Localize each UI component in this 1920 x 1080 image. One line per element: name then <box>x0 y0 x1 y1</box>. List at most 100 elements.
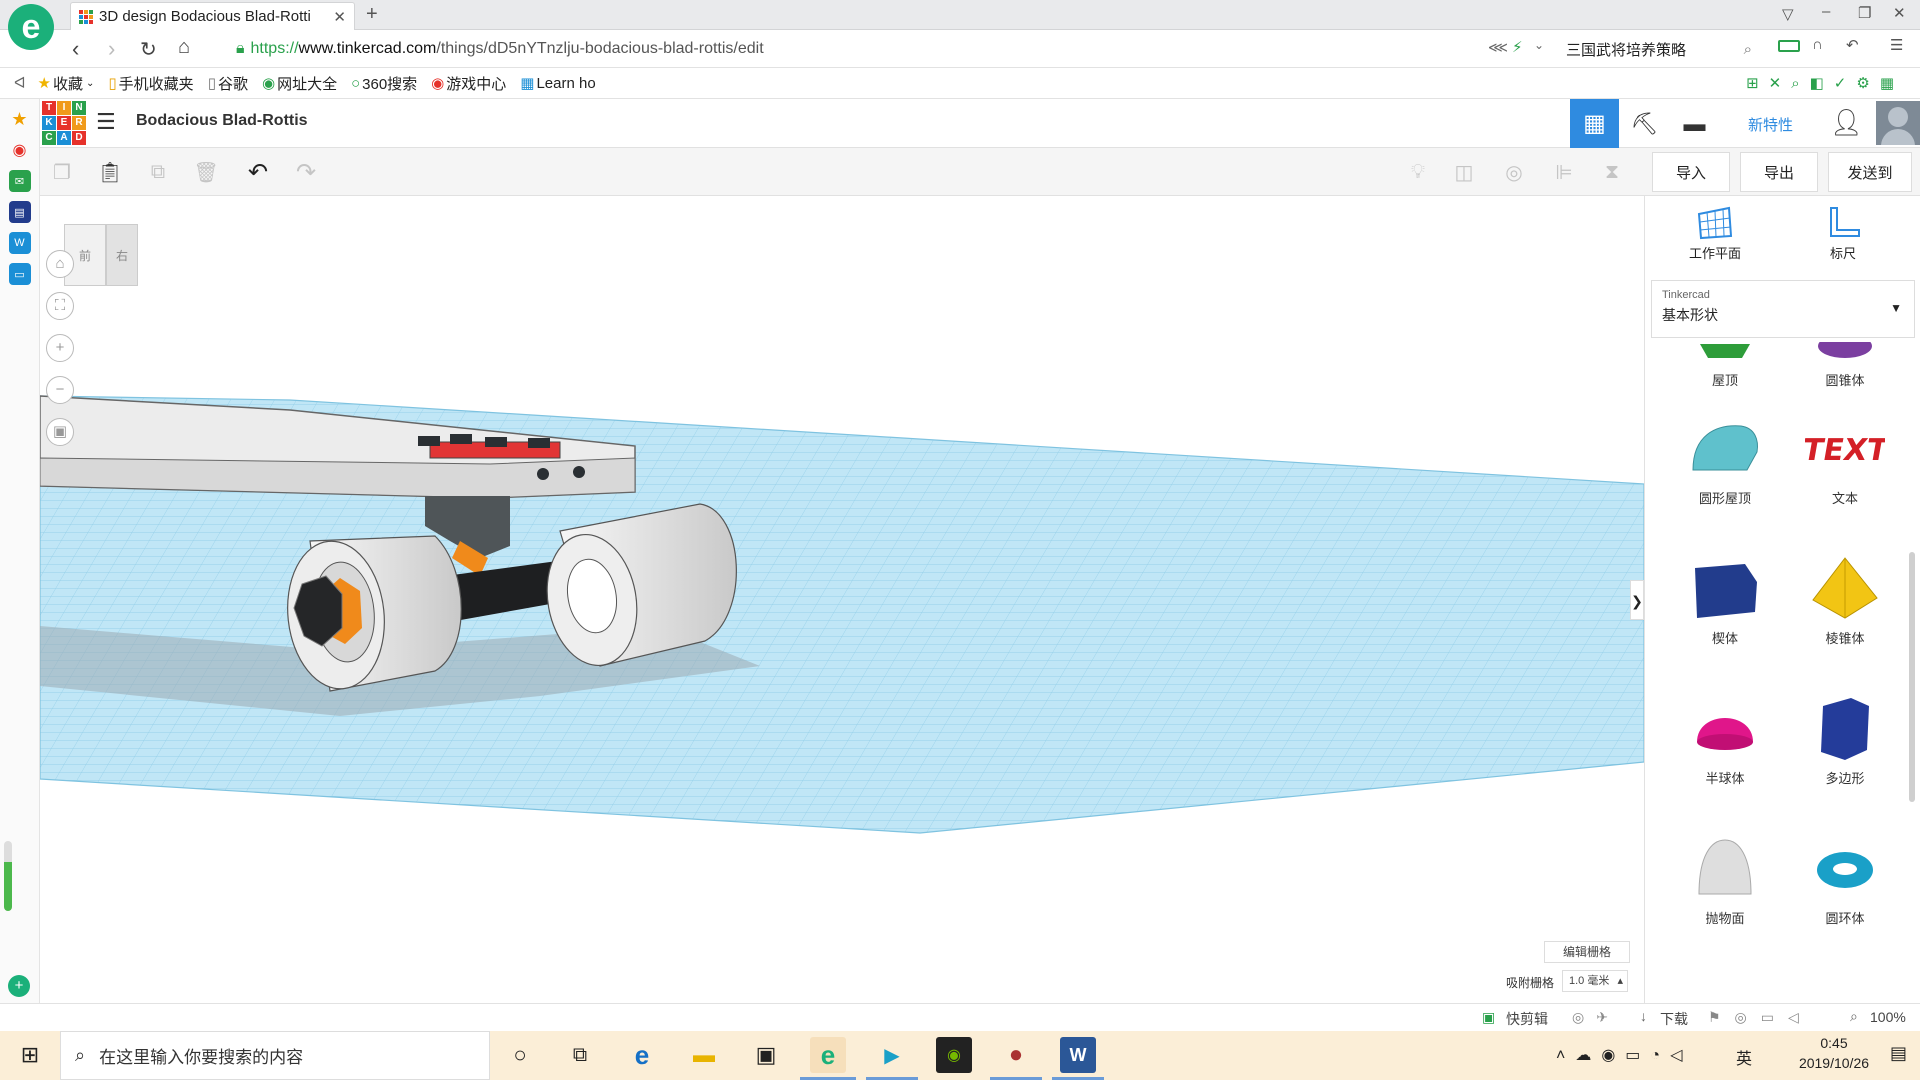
360-browser-icon[interactable]: e <box>810 1037 846 1073</box>
design-title[interactable]: Bodacious Blad-Rottis <box>136 112 308 130</box>
browser-logo-icon[interactable]: e <box>8 4 54 50</box>
ungroup-icon[interactable]: ◎ <box>1502 160 1526 184</box>
group-icon[interactable]: ◫ <box>1452 160 1476 184</box>
align-icon[interactable]: ⊫ <box>1552 160 1576 184</box>
shape-torus[interactable]: 圆环体 <box>1785 836 1905 927</box>
light-bulb-icon[interactable]: 💡︎ <box>1406 160 1430 184</box>
tinkercad-logo[interactable]: TIN KER CAD <box>42 101 86 145</box>
view-cube-right[interactable]: 右 <box>106 224 138 286</box>
bookmark-360[interactable]: ○ 360搜索 <box>351 73 417 94</box>
home-icon[interactable]: ⌂ <box>178 36 190 59</box>
menu-icon[interactable]: ☰ <box>1890 36 1903 54</box>
forward-icon[interactable]: › <box>108 36 115 62</box>
clock-time[interactable]: 0:45 <box>1794 1035 1874 1051</box>
shape-wedge[interactable]: 楔体 <box>1665 556 1785 647</box>
quick-clip-label[interactable]: 快剪辑 <box>1506 1009 1548 1029</box>
taskbar-search-box[interactable]: ⌕ 在这里输入你要搜索的内容 <box>60 1031 490 1080</box>
fit-view-button[interactable]: ⛶ <box>46 292 74 320</box>
headphone-icon[interactable]: ∩ <box>1812 36 1823 53</box>
workplane-tool[interactable]: 工作平面 <box>1677 206 1753 262</box>
view-cube[interactable]: 前 右 <box>64 224 140 294</box>
game-app-icon[interactable]: ● <box>998 1037 1034 1073</box>
mirror-icon[interactable]: ⧗ <box>1600 160 1624 184</box>
reload-icon[interactable]: ↻ <box>140 37 157 62</box>
shape-library-dropdown[interactable]: Tinkercad 基本形状 ▼ <box>1651 280 1915 338</box>
paste-icon[interactable]: 📋︎ <box>97 160 122 184</box>
sidebar-add-icon[interactable]: + <box>8 975 30 997</box>
input-language[interactable]: 英 <box>1736 1045 1752 1069</box>
export-button[interactable]: 导出 <box>1740 152 1818 192</box>
duplicate-icon[interactable]: ⧉ <box>146 160 170 184</box>
delete-icon[interactable]: 🗑︎ <box>193 160 218 184</box>
snap-grid-select[interactable]: 1.0 毫米 ▴ <box>1562 970 1628 992</box>
media-player-icon[interactable]: ▶ <box>874 1037 910 1073</box>
store-icon[interactable]: ▣ <box>748 1037 784 1073</box>
copy-icon[interactable]: ❐ <box>50 160 74 184</box>
weibo-icon[interactable]: ◉ <box>9 139 31 161</box>
bookmark-hao[interactable]: ◉ 网址大全 <box>262 73 337 94</box>
clock-date[interactable]: 2019/10/26 <box>1794 1055 1874 1071</box>
nvidia-icon[interactable]: ◉ <box>936 1037 972 1073</box>
share-icon[interactable]: ⋘ <box>1488 39 1508 56</box>
sidebar-toggle-icon[interactable]: ᐊ <box>14 74 26 92</box>
zoom-in-button[interactable]: + <box>46 334 74 362</box>
shape-round-roof[interactable]: 圆形屋顶 <box>1665 416 1785 507</box>
file-explorer-icon[interactable]: ▬ <box>686 1037 722 1073</box>
3d-view-button[interactable]: ▦ <box>1570 99 1619 148</box>
new-features-link[interactable]: 新特性 <box>1748 114 1793 135</box>
doc-icon[interactable]: W <box>8 232 31 254</box>
zoom-level[interactable]: 100% <box>1870 1009 1906 1025</box>
shape-pyramid[interactable]: 棱锥体 <box>1785 556 1905 647</box>
news-icon[interactable]: ▤ <box>8 201 31 223</box>
windows-start-icon[interactable]: ⊞ <box>12 1037 48 1073</box>
ortho-view-button[interactable]: ▣ <box>46 418 74 446</box>
minimize-icon[interactable]: – <box>1822 3 1830 20</box>
tray-icons[interactable]: ˄☁◉▭◔◁ <box>1556 1045 1692 1065</box>
undo-icon[interactable]: ↶ <box>244 158 272 186</box>
quick-clip-icon[interactable]: ▣ <box>1482 1009 1495 1026</box>
bookmark-favorites[interactable]: ★ 收藏 ⌄ <box>38 73 95 94</box>
design-list-icon[interactable]: ☰ <box>96 109 116 135</box>
task-view-icon[interactable]: ⧉ <box>562 1037 598 1073</box>
3d-viewport[interactable]: 前 右 ⌂ ⛶ + − ▣ ❯ 编辑栅格 吸附栅格 1.0 毫米 ▴ <box>40 196 1644 1003</box>
shape-paraboloid[interactable]: 抛物面 <box>1665 836 1785 927</box>
extension-icons[interactable]: ⊞✕⌕◧✓⚙▦ <box>1746 74 1904 92</box>
bookmark-google[interactable]: ▯ 谷歌 <box>208 73 248 94</box>
chat-icon[interactable]: ▭ <box>8 263 31 285</box>
bookmark-games[interactable]: ◉ 游戏中心 <box>431 73 506 94</box>
zoom-icon[interactable]: ⌕ <box>1850 1008 1858 1025</box>
panel-scrollbar[interactable] <box>1909 552 1915 802</box>
window-pin-icon[interactable]: ▽ <box>1782 5 1794 23</box>
shape-polygon[interactable]: 多边形 <box>1785 696 1905 787</box>
workplane-scene[interactable] <box>40 196 1644 1003</box>
shape-half-sphere[interactable]: 半球体 <box>1665 696 1785 787</box>
redo-icon[interactable]: ↷ <box>292 158 320 186</box>
back-icon[interactable]: ‹ <box>72 36 79 62</box>
blocks-view-button[interactable]: ⛏ <box>1620 99 1669 148</box>
shape-roof[interactable]: 屋顶 <box>1665 342 1785 389</box>
browser-tab[interactable]: 3D design Bodacious Blad-Rotti ✕ <box>70 2 355 30</box>
shape-cone[interactable]: 圆锥体 <box>1785 342 1905 389</box>
bookmark-learn[interactable]: ▦ Learn ho <box>520 74 595 93</box>
status-icons-right[interactable]: ⚑◎▭◁ <box>1708 1009 1813 1026</box>
bookmark-mobile[interactable]: ▯ 手机收藏夹 <box>108 73 193 94</box>
download-icon[interactable]: ↓ <box>1640 1008 1647 1024</box>
lightning-icon[interactable]: ⚡ <box>1512 38 1523 56</box>
import-button[interactable]: 导入 <box>1652 152 1730 192</box>
zoom-out-button[interactable]: − <box>46 376 74 404</box>
battery-icon[interactable] <box>1778 40 1800 52</box>
search-box[interactable]: 三国武将培养策略 ⌕ <box>1566 36 1752 62</box>
tab-close-icon[interactable]: ✕ <box>333 8 346 26</box>
avatar[interactable] <box>1876 101 1920 145</box>
edge-icon[interactable]: e <box>624 1037 660 1073</box>
shape-text[interactable]: TEXT 文本 <box>1785 416 1905 507</box>
mail-icon[interactable]: ✉ <box>8 170 31 192</box>
cortana-icon[interactable]: ○ <box>502 1037 538 1073</box>
undo-close-icon[interactable]: ↶ <box>1846 36 1859 54</box>
status-icons-left[interactable]: ◎✈ <box>1572 1009 1620 1026</box>
favorites-star-icon[interactable]: ★ <box>9 108 31 130</box>
close-window-icon[interactable]: ✕ <box>1893 4 1906 22</box>
home-view-button[interactable]: ⌂ <box>46 250 74 278</box>
dropdown-chevron-icon[interactable]: ⌄ <box>1534 38 1544 52</box>
edit-grid-button[interactable]: 编辑栅格 <box>1544 941 1630 963</box>
